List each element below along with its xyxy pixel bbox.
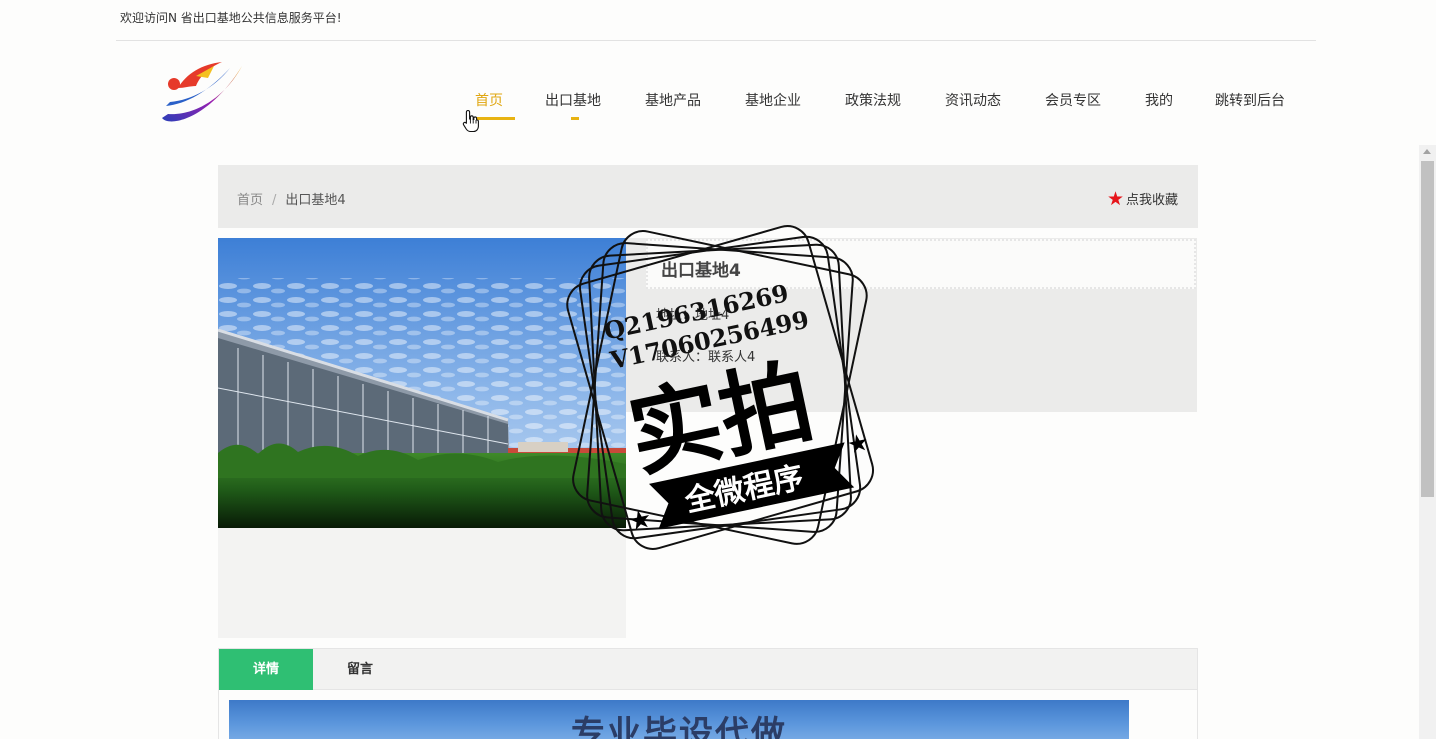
title-box: 出口基地4 xyxy=(646,239,1196,289)
watermark-ribbon: 全微程序 xyxy=(681,460,807,519)
welcome-text: 欢迎访问N 省出口基地公共信息服务平台! xyxy=(120,11,342,25)
nav-item-admin[interactable]: 跳转到后台 xyxy=(1215,90,1285,110)
star-icon: ★ xyxy=(1106,187,1124,210)
hand-cursor-icon xyxy=(462,109,479,133)
nav-item-mine[interactable]: 我的 xyxy=(1145,90,1173,110)
star-icon: ★ xyxy=(626,503,655,537)
nav-item-policies[interactable]: 政策法规 xyxy=(845,90,901,110)
tab-details[interactable]: 详情 xyxy=(219,649,313,690)
breadcrumb: 首页 / 出口基地4 xyxy=(237,189,346,208)
nav-item-export-base[interactable]: 出口基地 xyxy=(545,90,601,110)
detail-tabs: 详情 留言 xyxy=(218,648,1198,690)
nav-item-base-enterprises[interactable]: 基地企业 xyxy=(745,90,801,110)
content-banner-image: 专业毕设代做 xyxy=(229,700,1129,739)
greenhouse-photo xyxy=(218,238,626,528)
base-address: 地址：地址4 xyxy=(656,308,730,323)
favorite-button[interactable]: ★ 点我收藏 xyxy=(1107,189,1178,208)
banner-text: 专业毕设代做 xyxy=(571,714,787,739)
detail-content: 专业毕设代做 xyxy=(218,690,1198,739)
dragon-swoosh-logo xyxy=(162,62,242,122)
scroll-up-arrow-icon[interactable] xyxy=(1423,149,1431,154)
breadcrumb-bar: 首页 / 出口基地4 ★ 点我收藏 xyxy=(218,165,1198,228)
base-photo[interactable] xyxy=(218,238,626,528)
tab-messages[interactable]: 留言 xyxy=(313,649,407,690)
photo-panel xyxy=(218,238,626,638)
site-logo[interactable] xyxy=(156,56,248,130)
nav-item-members[interactable]: 会员专区 xyxy=(1045,90,1101,110)
page-scrollbar[interactable] xyxy=(1419,145,1436,739)
favorite-label: 点我收藏 xyxy=(1125,193,1178,208)
nav-item-base-products[interactable]: 基地产品 xyxy=(645,90,701,110)
base-info-panel: 出口基地4 地址：地址4 联系人：联系人4 xyxy=(626,238,1197,412)
nav-hover-underline xyxy=(571,117,579,120)
scrollbar-thumb[interactable] xyxy=(1421,161,1434,497)
breadcrumb-home[interactable]: 首页 xyxy=(237,193,263,208)
top-bar: 欢迎访问N 省出口基地公共信息服务平台! xyxy=(116,0,1316,41)
nav-item-news[interactable]: 资讯动态 xyxy=(945,90,1001,110)
breadcrumb-separator: / xyxy=(272,193,277,208)
breadcrumb-current: 出口基地4 xyxy=(285,193,346,208)
nav-active-underline xyxy=(474,117,515,120)
star-icon: ★ xyxy=(845,428,872,460)
nav-item-home[interactable]: 首页 xyxy=(475,90,503,110)
base-contact: 联系人：联系人4 xyxy=(656,350,756,365)
base-title: 出口基地4 xyxy=(661,261,741,281)
